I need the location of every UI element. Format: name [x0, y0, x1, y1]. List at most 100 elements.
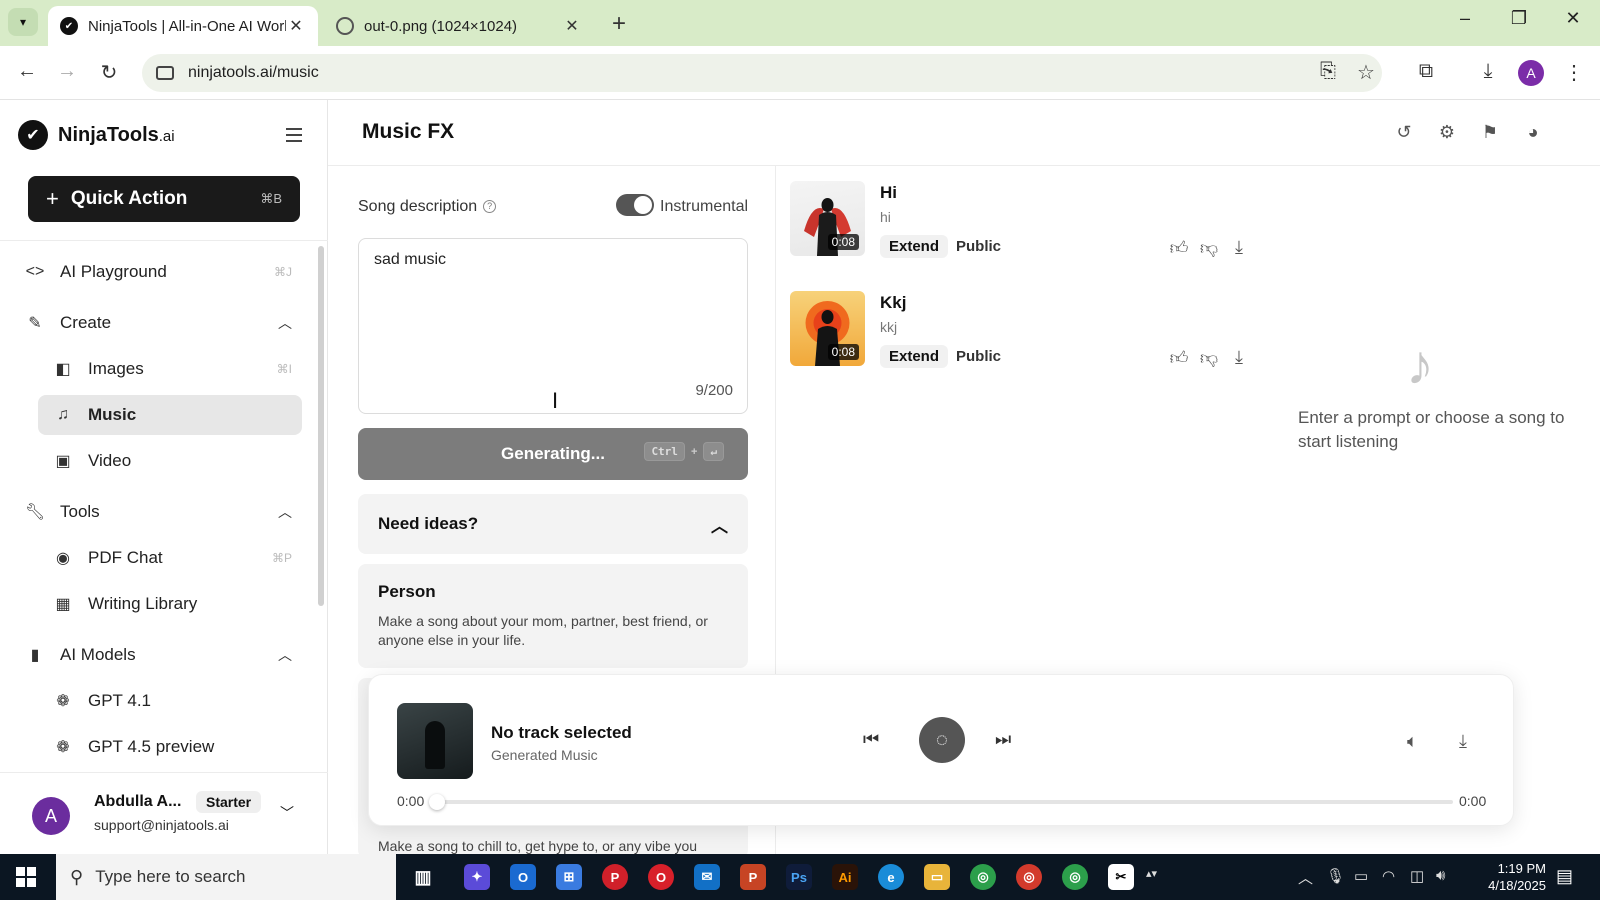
copilot-icon[interactable]: ✦ — [464, 864, 490, 890]
new-tab-icon[interactable]: + — [612, 10, 626, 38]
microphone-icon[interactable]: 🎙︎ — [1326, 867, 1345, 885]
sidebar-section-create[interactable]: ✎ Create ︿ — [24, 303, 292, 343]
download-icon[interactable]: ⤓ — [1459, 731, 1467, 752]
key-ctrl: Ctrl — [644, 442, 685, 461]
restore-icon[interactable]: ❐ — [1504, 8, 1534, 29]
tab-ninjatools[interactable]: ✔ NinjaTools | All-in-One AI Work ✕ — [48, 6, 318, 46]
sidebar-item-ai-playground[interactable]: <> AI Playground ⌘J — [24, 252, 292, 292]
idea-card-person[interactable]: Person Make a song about your mom, partn… — [358, 564, 748, 668]
taskbar-scroll-icon[interactable]: ▴▾ — [1146, 867, 1157, 880]
outlook-mail-icon[interactable]: ✉ — [694, 864, 720, 890]
generate-button[interactable]: Generating... Ctrl + ↵ — [358, 428, 748, 480]
next-track-icon[interactable]: ⏭ — [995, 729, 1011, 750]
visibility-label[interactable]: Public — [956, 238, 1001, 255]
back-icon[interactable]: ← — [14, 60, 40, 83]
windows-start-icon[interactable] — [16, 867, 36, 887]
song-title: Kkj — [880, 293, 907, 312]
sidebar-section-ai-models[interactable]: ▮ AI Models ︿ — [24, 635, 292, 675]
install-app-icon[interactable]: ⎘ — [1314, 60, 1342, 83]
edge-icon[interactable]: e — [878, 864, 904, 890]
extensions-icon[interactable]: ⧉ — [1412, 60, 1440, 83]
sidebar-item-images[interactable]: ◧ Images ⌘I — [52, 349, 292, 389]
sidebar: ✔ NinjaTools.ai + Quick Action ⌘B <> AI … — [0, 100, 328, 854]
forward-icon[interactable]: → — [54, 60, 80, 83]
sidebar-item-pdf-chat[interactable]: ◉ PDF Chat ⌘P — [52, 538, 292, 578]
sidebar-section-tools[interactable]: 🔧︎ Tools ︿ — [24, 492, 292, 532]
thumbs-up-icon[interactable]: 👍︎ — [1168, 347, 1190, 369]
hamburger-menu-icon[interactable] — [286, 128, 302, 146]
visibility-label[interactable]: Public — [956, 348, 1001, 365]
thumbs-down-icon[interactable]: 👎︎ — [1198, 237, 1220, 259]
volume-icon[interactable]: 🔈︎ — [1407, 731, 1418, 752]
music-note-icon: ♪ — [1406, 333, 1434, 396]
progress-bar[interactable] — [433, 800, 1453, 804]
reload-icon[interactable]: ↻ — [96, 60, 122, 85]
speaker-icon[interactable]: 🔊︎ — [1436, 867, 1445, 884]
tab-image[interactable]: out-0.png (1024×1024) ✕ — [324, 6, 594, 46]
outlook-icon[interactable]: O — [510, 864, 536, 890]
song-item[interactable]: 0:08 Hi hi Extend Public 👍︎ 👎︎ ⤓ — [790, 181, 1250, 259]
sidebar-item-gpt-4-1[interactable]: ❁ GPT 4.1 — [52, 681, 292, 721]
progress-handle[interactable] — [429, 794, 445, 810]
user-account-card[interactable]: A Abdulla A... Starter support@ninjatool… — [0, 772, 328, 854]
help-icon[interactable]: ? — [483, 200, 497, 214]
need-ideas-accordion[interactable]: Need ideas? ︿ — [358, 494, 748, 554]
instrumental-toggle[interactable] — [616, 194, 654, 216]
site-info-icon[interactable] — [156, 66, 174, 80]
chevron-down-icon[interactable]: ﹀ — [280, 803, 294, 823]
battery-icon[interactable]: ▭ — [1354, 867, 1368, 885]
close-window-icon[interactable]: ✕ — [1558, 8, 1588, 29]
menu-kebab-icon[interactable]: ⋮ — [1560, 60, 1588, 85]
sidebar-item-video[interactable]: ▣ Video — [52, 441, 292, 481]
thumbs-up-icon[interactable]: 👍︎ — [1168, 237, 1190, 259]
pinterest-icon[interactable]: P — [602, 864, 628, 890]
notifications-icon[interactable]: ▤ — [1556, 866, 1573, 887]
quick-action-button[interactable]: + Quick Action ⌘B — [28, 176, 300, 222]
discord-icon[interactable]: ◕ — [1521, 122, 1545, 143]
photoshop-icon[interactable]: Ps — [786, 864, 812, 890]
history-icon[interactable]: ↺ — [1392, 122, 1416, 143]
loading-spinner-icon: ◌ — [936, 728, 948, 751]
file-explorer-icon[interactable]: ▭ — [924, 864, 950, 890]
close-tab-icon[interactable]: ✕ — [562, 16, 582, 36]
bookmark-star-icon[interactable]: ☆ — [1352, 60, 1380, 85]
chrome-active-icon[interactable]: ◎ — [1062, 864, 1088, 890]
chrome-icon[interactable]: ◎ — [970, 864, 996, 890]
sidebar-item-music[interactable]: ♫ Music — [38, 395, 302, 435]
download-icon[interactable]: ⤓ — [1228, 237, 1250, 258]
close-tab-icon[interactable]: ✕ — [286, 16, 306, 36]
address-bar[interactable]: ninjatools.ai/music — [142, 54, 1382, 92]
browser-toolbar: ← → ↻ ninjatools.ai/music ⎘ ☆ ⧉ ⤓ ⋮ — [0, 46, 1600, 100]
extend-button[interactable]: Extend — [880, 345, 949, 368]
wifi-icon[interactable]: ◠ — [1382, 867, 1395, 885]
sidebar-scrollbar[interactable] — [318, 246, 324, 606]
sidebar-item-gpt-4-5-preview[interactable]: ❁ GPT 4.5 preview — [52, 727, 292, 767]
thumbs-down-icon[interactable]: 👎︎ — [1198, 347, 1220, 369]
empty-state-message: Enter a prompt or choose a song to start… — [1298, 408, 1565, 451]
feedback-icon[interactable]: ⚑ — [1478, 122, 1502, 143]
previous-track-icon[interactable]: ⏮ — [863, 729, 879, 750]
tab-list-button[interactable]: ▾ — [8, 8, 38, 36]
downloads-icon[interactable]: ⤓ — [1474, 60, 1502, 83]
sidebar-item-label: Tools — [60, 502, 100, 521]
taskbar-clock[interactable]: 1:19 PM 4/18/2025 — [1472, 860, 1546, 894]
profile-avatar[interactable]: A — [1518, 60, 1544, 86]
download-icon[interactable]: ⤓ — [1228, 347, 1250, 368]
song-item[interactable]: 0:08 Kkj kkj Extend Public 👍︎ 👎︎ ⤓ — [790, 291, 1250, 369]
meet-icon[interactable]: ◫ — [1410, 867, 1424, 885]
task-view-icon[interactable]: ▥ — [410, 864, 436, 890]
tray-expand-icon[interactable]: ︿ — [1298, 867, 1313, 888]
taskbar-search[interactable]: ⚲ Type here to search — [56, 854, 396, 900]
gear-icon[interactable]: ⚙ — [1435, 122, 1459, 143]
play-button[interactable]: ◌ — [919, 717, 965, 763]
extend-button[interactable]: Extend — [880, 235, 949, 258]
sidebar-item-writing-library[interactable]: ▦ Writing Library — [52, 584, 292, 624]
illustrator-icon[interactable]: Ai — [832, 864, 858, 890]
app-logo[interactable]: ✔ NinjaTools.ai — [18, 120, 175, 150]
opera-icon[interactable]: O — [648, 864, 674, 890]
chrome-profile-icon[interactable]: ◎ — [1016, 864, 1042, 890]
powerpoint-icon[interactable]: P — [740, 864, 766, 890]
capcut-icon[interactable]: ✂ — [1108, 864, 1134, 890]
minimize-icon[interactable]: – — [1450, 8, 1480, 29]
store-icon[interactable]: ⊞ — [556, 864, 582, 890]
